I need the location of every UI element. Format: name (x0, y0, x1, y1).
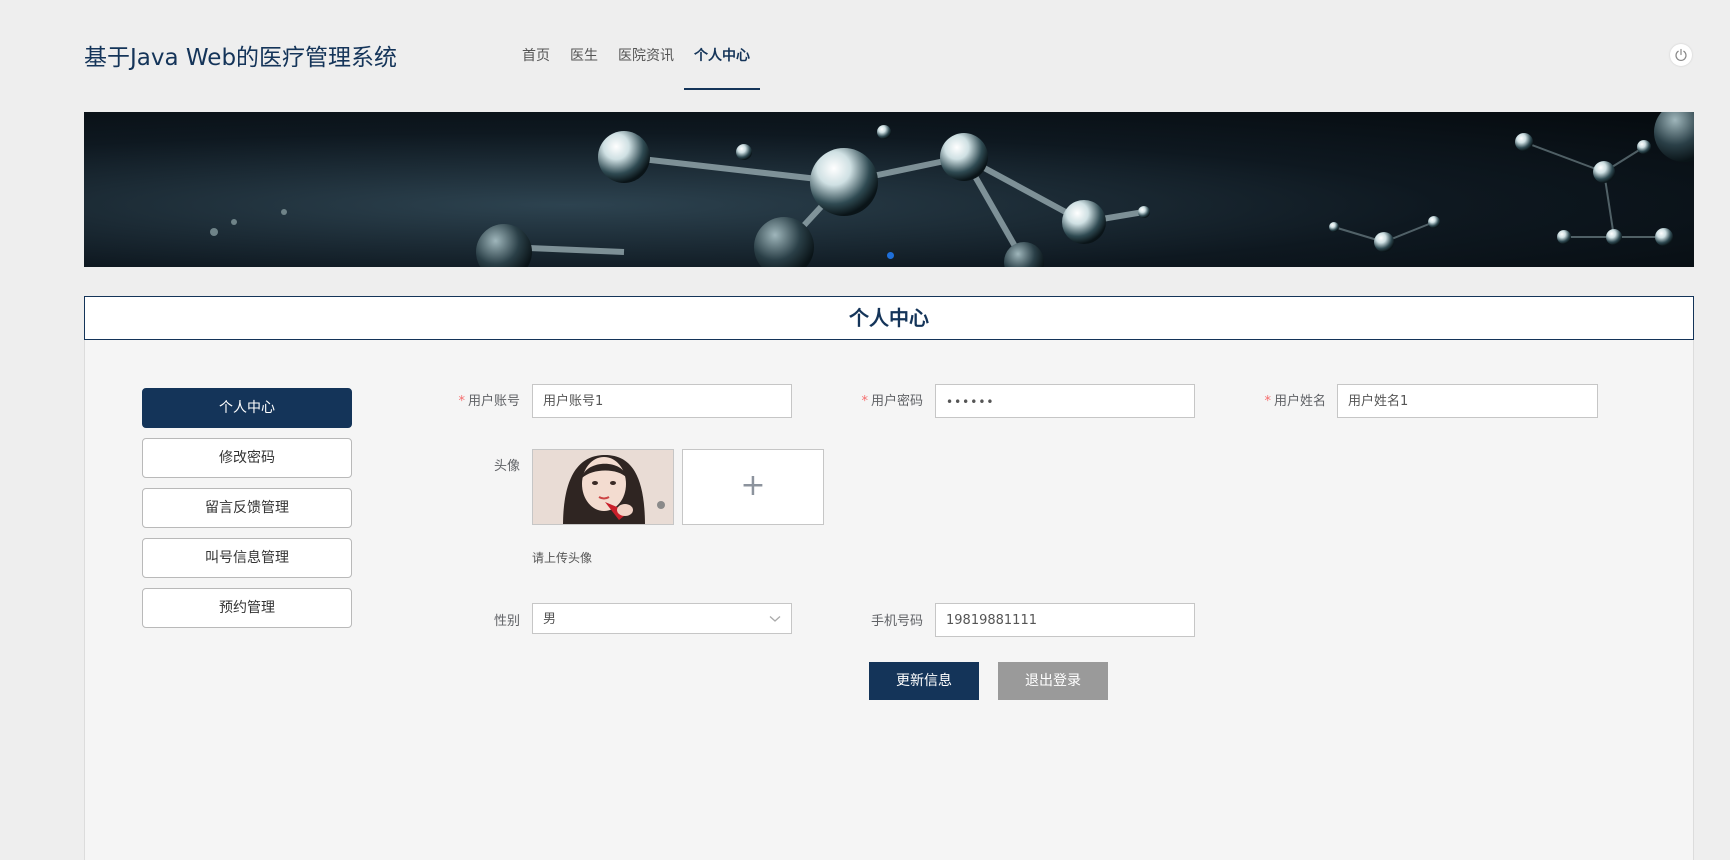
molecule-banner-image (210, 112, 1694, 267)
sidebar-item-personal-center[interactable]: 个人中心 (142, 388, 352, 428)
sidebar-item-feedback[interactable]: 留言反馈管理 (142, 488, 352, 528)
logout-power-button[interactable] (1670, 44, 1692, 66)
password-label: * 用户密码 (861, 394, 923, 409)
nav-item-home[interactable]: 首页 (512, 0, 560, 90)
panel-title: 个人中心 (84, 296, 1694, 340)
avatar-photo (533, 450, 673, 524)
gender-value: 男 (543, 612, 557, 627)
logout-button[interactable]: 退出登录 (998, 662, 1108, 700)
account-label: * 用户账号 (458, 394, 520, 409)
banner-carousel (84, 112, 1694, 267)
power-icon (1675, 48, 1687, 62)
plus-icon: + (740, 468, 766, 503)
nav-item-news[interactable]: 医院资讯 (608, 0, 684, 90)
site-title: 基于Java Web的医疗管理系统 (84, 45, 398, 71)
avatar-hint: 请上传头像 (532, 551, 593, 565)
avatar-image[interactable] (532, 449, 674, 525)
required-mark: * (458, 394, 465, 409)
phone-input[interactable]: 19819881111 (935, 603, 1195, 637)
carousel-indicator-dot[interactable] (887, 252, 894, 259)
sidebar-item-change-password[interactable]: 修改密码 (142, 438, 352, 478)
gender-select[interactable]: 男 (532, 603, 792, 634)
password-input[interactable]: •••••• (935, 384, 1195, 418)
avatar-label: 头像 (493, 459, 520, 474)
nav-item-doctor[interactable]: 医生 (560, 0, 608, 90)
required-mark: * (861, 394, 868, 409)
phone-label: 手机号码 (870, 614, 923, 629)
avatar-upload-button[interactable]: + (682, 449, 824, 525)
account-input[interactable]: 用户账号1 (532, 384, 792, 418)
sidebar-menu: 个人中心 修改密码 留言反馈管理 叫号信息管理 预约管理 (142, 388, 352, 638)
nav-item-personal-center[interactable]: 个人中心 (684, 0, 760, 90)
top-nav: 首页 医生 医院资讯 个人中心 (512, 0, 760, 90)
gender-label: 性别 (493, 614, 520, 629)
name-input[interactable]: 用户姓名1 (1337, 384, 1598, 418)
sidebar-item-appointments[interactable]: 预约管理 (142, 588, 352, 628)
chevron-down-icon (769, 616, 781, 622)
update-info-button[interactable]: 更新信息 (869, 662, 979, 700)
name-label: * 用户姓名 (1264, 394, 1326, 409)
sidebar-item-queue-info[interactable]: 叫号信息管理 (142, 538, 352, 578)
required-mark: * (1264, 394, 1271, 409)
